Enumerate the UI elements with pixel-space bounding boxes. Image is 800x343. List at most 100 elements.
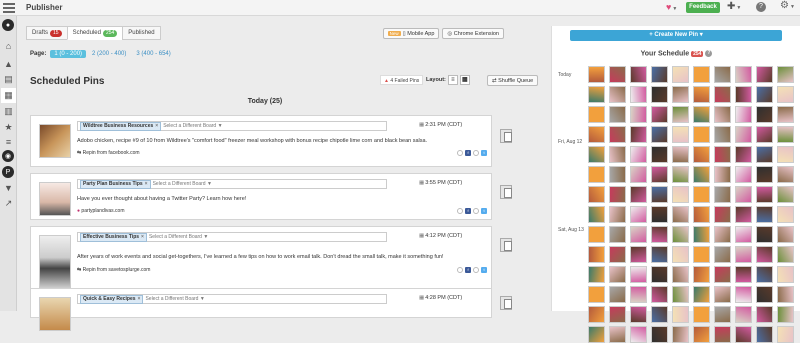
scheduled-pin-thumb[interactable]	[588, 146, 605, 163]
scheduled-pin-thumb[interactable]	[588, 106, 605, 123]
scheduled-pin-thumb[interactable]	[777, 146, 794, 163]
scheduled-pin-thumb[interactable]	[651, 146, 668, 163]
scheduled-pin-thumb[interactable]	[651, 126, 668, 143]
scheduled-pin-thumb[interactable]	[588, 206, 605, 223]
scheduled-pin-thumb[interactable]	[777, 166, 794, 183]
pin-caption[interactable]: Adobo chicken, recipe #9 of 10 from Wild…	[77, 138, 427, 144]
scheduled-pin-thumb[interactable]	[777, 246, 794, 263]
scheduled-pin-thumb[interactable]	[714, 206, 731, 223]
tab-drafts[interactable]: Drafts 15	[26, 26, 68, 40]
scheduled-pin-thumb[interactable]	[714, 166, 731, 183]
scheduled-pin-thumb[interactable]	[630, 286, 647, 303]
duplicate-icon[interactable]	[500, 185, 512, 199]
scheduled-pin-thumb[interactable]	[756, 246, 773, 263]
scheduled-pin-thumb[interactable]	[693, 186, 710, 203]
scheduled-pin-thumb[interactable]	[714, 326, 731, 343]
scheduled-pin-thumb[interactable]	[609, 146, 626, 163]
scheduled-pin-thumb[interactable]	[735, 246, 752, 263]
facebook-icon[interactable]: f	[465, 208, 471, 214]
scheduled-pin-thumb[interactable]	[735, 126, 752, 143]
scheduled-pin-thumb[interactable]	[672, 86, 689, 103]
scheduled-pin-thumb[interactable]	[672, 166, 689, 183]
chrome-extension-button[interactable]: ◎ Chrome Extension	[442, 28, 504, 39]
duplicate-icon[interactable]	[500, 238, 512, 252]
scheduled-pin-thumb[interactable]	[714, 286, 731, 303]
board-tag[interactable]: Quick & Easy Recipes ×	[80, 295, 144, 304]
home-icon[interactable]: ⌂	[1, 38, 16, 53]
board-selector[interactable]: Effective Business Tips × Select a Differe…	[77, 232, 387, 242]
scheduled-pin-thumb[interactable]	[651, 206, 668, 223]
list-icon[interactable]: ≡	[1, 134, 16, 149]
duplicate-icon[interactable]	[500, 296, 512, 310]
pin-time[interactable]: ▦4:28 PM (CDT)	[419, 295, 462, 301]
scheduled-pin-thumb[interactable]	[588, 166, 605, 183]
scheduled-pin-thumb[interactable]	[588, 326, 605, 343]
menu-icon[interactable]	[3, 3, 15, 13]
scheduled-pin-thumb[interactable]	[651, 226, 668, 243]
help-icon[interactable]: ?	[756, 2, 766, 12]
scheduled-pin-thumb[interactable]	[609, 66, 626, 83]
scheduled-pin-thumb[interactable]	[672, 126, 689, 143]
facebook-icon[interactable]: f	[465, 267, 471, 273]
tab-scheduled[interactable]: Scheduled 254	[66, 26, 124, 40]
grid-layout-icon[interactable]: ▦	[459, 75, 470, 85]
scheduled-pin-thumb[interactable]	[693, 246, 710, 263]
filter-icon[interactable]: ▼	[1, 180, 16, 195]
circle-icon[interactable]	[473, 150, 479, 156]
trend-icon[interactable]: ↗	[1, 196, 16, 211]
scheduled-pin-thumb[interactable]	[630, 126, 647, 143]
scheduled-pin-thumb[interactable]	[672, 146, 689, 163]
scheduled-pin-thumb[interactable]	[714, 106, 731, 123]
scheduled-pin-thumb[interactable]	[672, 266, 689, 283]
scheduled-pin-thumb[interactable]	[777, 206, 794, 223]
scheduled-pin-thumb[interactable]	[714, 86, 731, 103]
board-selector[interactable]: Quick & Easy Recipes × Select a Different …	[77, 294, 387, 304]
remove-icon[interactable]: ×	[145, 181, 148, 187]
scheduled-pin-thumb[interactable]	[630, 226, 647, 243]
scheduled-pin-thumb[interactable]	[756, 286, 773, 303]
scheduled-pin-thumb[interactable]	[756, 326, 773, 343]
scheduled-pin-thumb[interactable]	[735, 146, 752, 163]
scheduled-pin-thumb[interactable]	[609, 106, 626, 123]
facebook-icon[interactable]: f	[465, 150, 471, 156]
scheduled-pin-thumb[interactable]	[609, 226, 626, 243]
pin-image[interactable]	[39, 235, 71, 291]
scheduled-pin-thumb[interactable]	[777, 226, 794, 243]
failed-pins-button[interactable]: ▲ 4 Failed Pins	[380, 75, 424, 85]
scheduled-pin-thumb[interactable]	[672, 186, 689, 203]
scheduled-pin-thumb[interactable]	[672, 206, 689, 223]
pin-caption[interactable]: Have you ever thought about having a Twi…	[77, 196, 246, 202]
scheduled-pin-thumb[interactable]	[714, 226, 731, 243]
boards-icon[interactable]: ▥	[1, 104, 16, 119]
scheduled-pin-thumb[interactable]	[693, 326, 710, 343]
scheduled-pin-thumb[interactable]	[672, 226, 689, 243]
info-icon[interactable]: ?	[705, 50, 713, 57]
add-icon[interactable]: ✚▼	[727, 1, 741, 12]
scheduled-pin-thumb[interactable]	[735, 66, 752, 83]
scheduled-pin-thumb[interactable]	[693, 286, 710, 303]
scheduled-pin-thumb[interactable]	[588, 186, 605, 203]
pin-image[interactable]	[39, 124, 71, 158]
create-pin-button[interactable]: + Create New Pin ▾	[570, 30, 782, 41]
scheduled-pin-thumb[interactable]	[693, 86, 710, 103]
scheduled-pin-thumb[interactable]	[777, 106, 794, 123]
scheduled-pin-thumb[interactable]	[735, 266, 752, 283]
scheduled-pin-thumb[interactable]	[651, 86, 668, 103]
board-selector[interactable]: Party Plan Business Tips × Select a Differ…	[77, 179, 387, 189]
twitter-icon[interactable]: t	[481, 150, 487, 156]
pin-image[interactable]	[39, 297, 71, 331]
scheduled-pin-thumb[interactable]	[693, 206, 710, 223]
scheduled-pin-thumb[interactable]	[609, 126, 626, 143]
feedback-button[interactable]: Feedback	[686, 2, 720, 13]
remove-icon[interactable]: ×	[155, 123, 158, 129]
scheduled-pin-thumb[interactable]	[693, 66, 710, 83]
scheduled-pin-thumb[interactable]	[693, 126, 710, 143]
scheduled-pin-thumb[interactable]	[651, 326, 668, 343]
scheduled-pin-thumb[interactable]	[672, 66, 689, 83]
scheduled-pin-thumb[interactable]	[588, 66, 605, 83]
twitter-icon[interactable]: t	[481, 208, 487, 214]
scheduled-pin-thumb[interactable]	[672, 286, 689, 303]
scheduled-pin-thumb[interactable]	[777, 266, 794, 283]
scheduled-pin-thumb[interactable]	[756, 206, 773, 223]
scheduled-pin-thumb[interactable]	[756, 226, 773, 243]
